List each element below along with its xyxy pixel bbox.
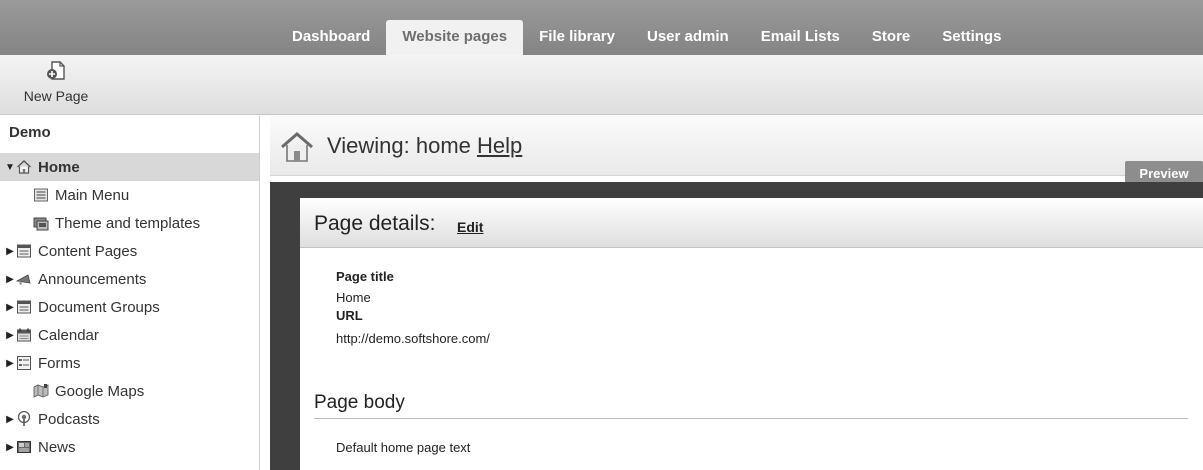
url-value: http://demo.softshore.com/ [336, 331, 490, 346]
podcast-icon [17, 411, 31, 426]
theme-icon [33, 217, 49, 231]
divider [314, 418, 1188, 419]
new-page-icon [47, 61, 65, 80]
page-title-value: Home [336, 290, 371, 305]
expand-arrow-icon[interactable]: ▼ [4, 162, 16, 173]
viewing-label: Viewing: home [327, 133, 471, 158]
sidebar-item-label: Home [38, 158, 80, 176]
tab-email-lists[interactable]: Email Lists [745, 20, 856, 55]
home-icon [17, 160, 31, 174]
collapse-arrow-icon[interactable]: ▶ [4, 442, 16, 453]
sidebar-item-label: Google Maps [55, 382, 145, 400]
sidebar-item-document-groups[interactable]: ▶ Document Groups [0, 293, 259, 321]
top-nav-bar: Dashboard Website pages File library Use… [0, 0, 1203, 55]
sidebar-item-label: Document Groups [38, 298, 160, 316]
collapse-arrow-icon[interactable]: ▶ [4, 358, 16, 369]
sidebar-item-google-maps[interactable]: Google Maps [0, 377, 259, 405]
sidebar-item-calendar[interactable]: ▶ Calendar [0, 321, 259, 349]
tab-dashboard[interactable]: Dashboard [276, 20, 386, 55]
tab-user-admin[interactable]: User admin [631, 20, 745, 55]
tab-store[interactable]: Store [856, 20, 926, 55]
news-icon [17, 441, 31, 453]
help-link[interactable]: Help [477, 133, 522, 158]
sidebar-item-label: Content Pages [38, 242, 138, 260]
collapse-arrow-icon[interactable]: ▶ [4, 330, 16, 341]
map-icon [33, 384, 49, 398]
new-page-button[interactable]: New Page [6, 57, 106, 111]
sidebar: Demo ▼ Home Main Menu Theme and template… [0, 116, 260, 470]
main-tabs: Dashboard Website pages File library Use… [276, 20, 1017, 55]
sidebar-item-label: Announcements [38, 270, 147, 288]
panel-header: Page details: Edit [300, 198, 1203, 248]
sidebar-item-label: Theme and templates [55, 214, 201, 232]
page-title: Viewing: home Help [327, 133, 522, 159]
page-body-text: Default home page text [336, 440, 471, 455]
sidebar-item-podcasts[interactable]: ▶ Podcasts [0, 405, 259, 433]
announcements-icon [16, 274, 31, 285]
page-body-title: Page body [314, 392, 405, 413]
sidebar-item-news[interactable]: ▶ News [0, 433, 259, 461]
url-label: URL [336, 308, 363, 323]
site-name: Demo [9, 124, 51, 141]
sidebar-item-content-pages[interactable]: ▶ Content Pages [0, 237, 259, 265]
menu-icon [34, 188, 48, 202]
forms-icon [17, 356, 31, 370]
collapse-arrow-icon[interactable]: ▶ [4, 414, 16, 425]
page-title-label: Page title [336, 269, 394, 284]
sidebar-item-label: Main Menu [55, 186, 130, 204]
sidebar-item-label: Podcasts [38, 410, 100, 428]
document-groups-icon [17, 300, 31, 314]
new-page-label: New Page [23, 88, 89, 104]
edit-link[interactable]: Edit [457, 219, 483, 235]
collapse-arrow-icon[interactable]: ▶ [4, 302, 16, 313]
toolbar: New Page [0, 55, 1203, 115]
page-header: Viewing: home Help [270, 116, 1203, 176]
tab-settings[interactable]: Settings [926, 20, 1017, 55]
calendar-icon [17, 328, 31, 342]
sidebar-item-announcements[interactable]: ▶ Announcements [0, 265, 259, 293]
sidebar-item-theme-and-templates[interactable]: Theme and templates [0, 209, 259, 237]
sidebar-item-home[interactable]: ▼ Home [0, 153, 259, 181]
sidebar-item-label: Calendar [38, 326, 99, 344]
collapse-arrow-icon[interactable]: ▶ [4, 274, 16, 285]
content-pages-icon [17, 244, 31, 258]
sidebar-item-label: Forms [38, 354, 81, 372]
sidebar-item-main-menu[interactable]: Main Menu [0, 181, 259, 209]
collapse-arrow-icon[interactable]: ▶ [4, 246, 16, 257]
sidebar-item-forms[interactable]: ▶ Forms [0, 349, 259, 377]
tab-file-library[interactable]: File library [523, 20, 631, 55]
tab-website-pages[interactable]: Website pages [386, 20, 524, 55]
page-details-panel: Page details: Edit Page title Home URL h… [300, 198, 1203, 470]
page-details-title: Page details: [314, 212, 436, 235]
sidebar-item-label: News [38, 438, 76, 456]
home-icon [281, 132, 313, 162]
